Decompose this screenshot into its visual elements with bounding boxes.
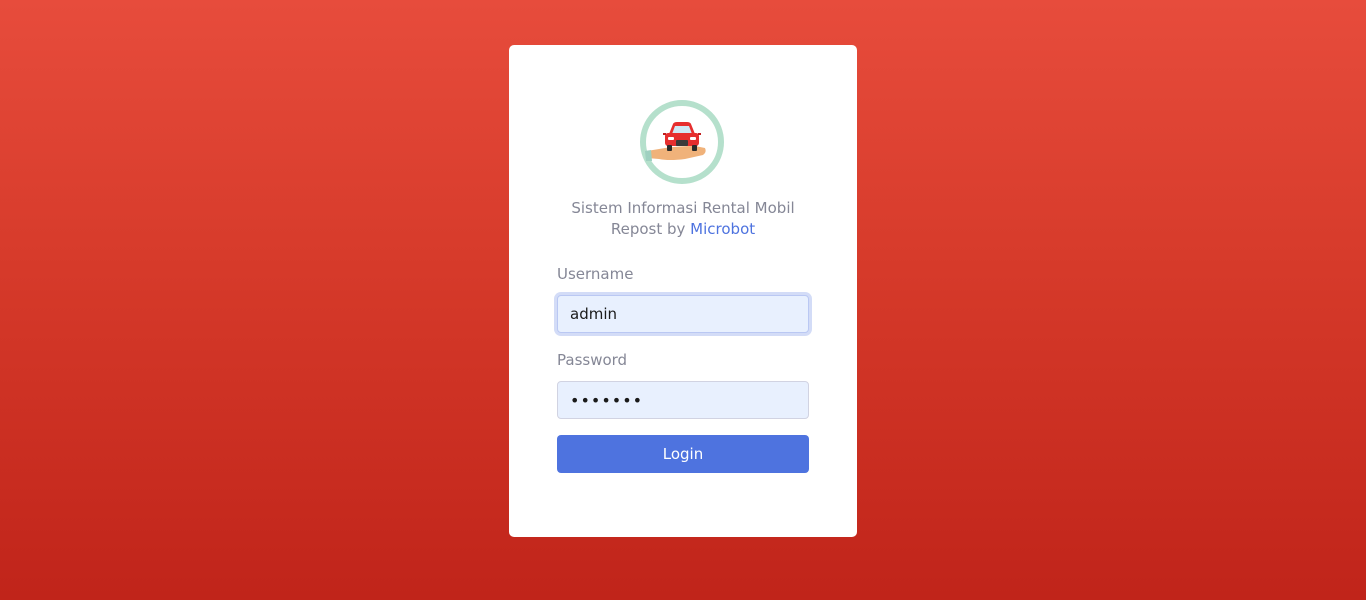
credit-prefix: Repost by: [610, 220, 691, 238]
username-input[interactable]: [557, 295, 809, 333]
app-title: Sistem Informasi Rental Mobil Repost by …: [509, 198, 857, 240]
password-label: Password: [557, 351, 628, 369]
login-card: Sistem Informasi Rental Mobil Repost by …: [509, 45, 857, 537]
credit-line: Repost by Microbot: [509, 219, 857, 240]
microbot-link[interactable]: Microbot: [690, 220, 755, 238]
app-title-text: Sistem Informasi Rental Mobil: [571, 199, 795, 217]
car-rental-logo-icon: [639, 99, 725, 185]
login-button[interactable]: Login: [557, 435, 809, 473]
username-label: Username: [557, 265, 634, 283]
password-input[interactable]: [557, 381, 809, 419]
